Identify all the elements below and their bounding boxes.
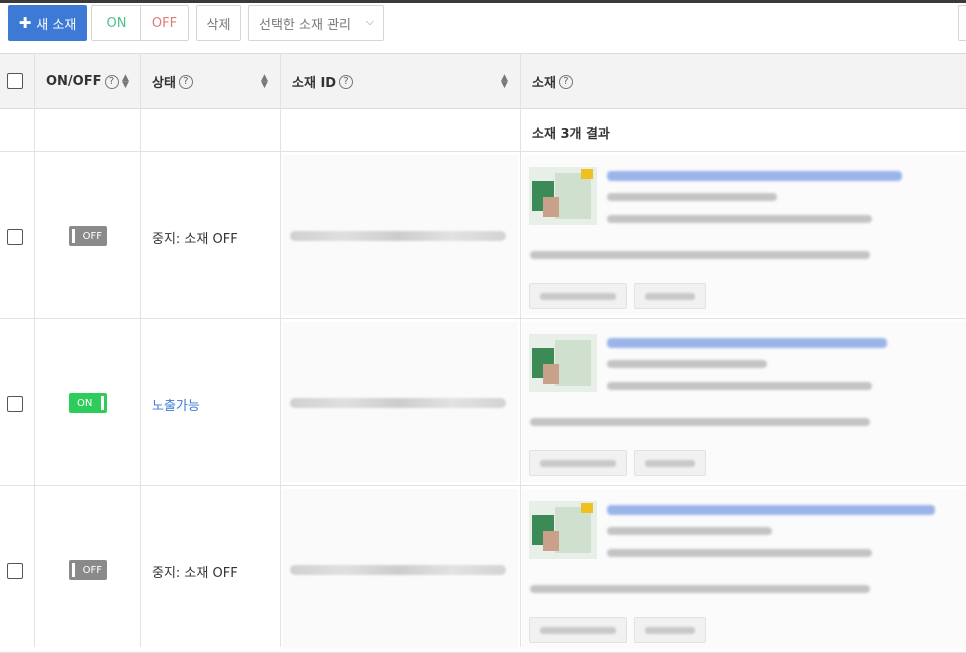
creative-table: ON/OFF ? ▲ ▼ 상태 ? ▲ ▼ 소재 ID ? ▲ ▼ 소재 ? 소재 3… [0, 53, 966, 653]
bulk-off-button[interactable]: OFF [140, 5, 189, 41]
onoff-toggle[interactable]: OFF [69, 226, 107, 246]
creative-action-button[interactable] [634, 283, 706, 309]
result-count: 소재 3개 결과 [532, 127, 610, 142]
creative-desc-line [607, 382, 872, 390]
table-row: ON 노출가능 [0, 319, 966, 486]
row-checkbox[interactable] [7, 563, 23, 579]
header-onoff-label: ON/OFF [46, 74, 102, 89]
creative-action-button[interactable] [529, 283, 627, 309]
creative-desc-line [607, 549, 872, 557]
question-circle-icon[interactable]: ? [339, 74, 354, 89]
table-row: OFF 중지: 소재 OFF [0, 152, 966, 319]
sort-icon[interactable]: ▲ ▼ [261, 74, 268, 90]
header-creative: 소재 ? [532, 54, 573, 109]
table-header: ON/OFF ? ▲ ▼ 상태 ? ▲ ▼ 소재 ID ? ▲ ▼ 소재 ? [0, 53, 966, 109]
creative-meta-line [530, 418, 870, 426]
header-status-label: 상태 [152, 76, 176, 91]
status-text: 중지: 소재 OFF [152, 566, 238, 581]
header-creative-id[interactable]: 소재 ID ? [292, 54, 354, 109]
creative-thumbnail [529, 501, 597, 559]
column-divider [520, 53, 521, 647]
creative-id-blurred [290, 398, 506, 408]
creative-desc-line [607, 193, 777, 201]
header-creative-id-label: 소재 ID [292, 76, 337, 91]
status-text: 중지: 소재 OFF [152, 232, 238, 247]
creative-action-button[interactable] [529, 450, 627, 476]
creative-title-link[interactable] [607, 171, 902, 181]
manage-selected-dropdown[interactable]: 선택한 소재 관리 ⌵ [248, 5, 384, 41]
column-divider [34, 53, 35, 647]
creative-desc-line [607, 527, 772, 535]
table-row: OFF 중지: 소재 OFF [0, 486, 966, 653]
select-all-checkbox[interactable] [7, 73, 23, 89]
manage-selected-label: 선택한 소재 관리 [259, 17, 351, 33]
row-checkbox[interactable] [7, 396, 23, 412]
creative-thumbnail [529, 167, 597, 225]
creative-thumbnail [529, 334, 597, 392]
toolbar-right-button[interactable] [958, 5, 966, 41]
toolbar: ✚ 새 소재 ON OFF 삭제 선택한 소재 관리 ⌵ [0, 3, 966, 53]
creative-title-link[interactable] [607, 338, 887, 348]
status-text: 노출가능 [152, 399, 200, 414]
row-checkbox[interactable] [7, 229, 23, 245]
question-circle-icon[interactable]: ? [178, 74, 193, 89]
sort-icon[interactable]: ▲ ▼ [122, 74, 129, 90]
creative-title-link[interactable] [607, 505, 935, 515]
question-circle-icon[interactable]: ? [104, 74, 119, 89]
creative-preview [522, 155, 966, 315]
creative-id-blurred [290, 565, 506, 575]
column-divider [140, 53, 141, 647]
creative-desc-line [607, 360, 767, 368]
header-onoff[interactable]: ON/OFF ? [46, 54, 119, 109]
creative-action-button[interactable] [634, 617, 706, 643]
question-circle-icon[interactable]: ? [558, 74, 573, 89]
creative-preview [522, 489, 966, 649]
chevron-down-icon: ⌵ [365, 15, 374, 28]
header-status[interactable]: 상태 ? [152, 54, 193, 109]
creative-action-button[interactable] [634, 450, 706, 476]
creative-meta-line [530, 251, 870, 259]
bulk-on-button[interactable]: ON [91, 5, 141, 41]
plus-icon: ✚ [18, 14, 32, 32]
new-creative-label: 새 소재 [36, 17, 77, 33]
creative-desc-line [607, 215, 872, 223]
creative-meta-line [530, 585, 870, 593]
summary-row [0, 109, 966, 152]
header-creative-label: 소재 [532, 76, 556, 91]
new-creative-button[interactable]: ✚ 새 소재 [8, 5, 87, 41]
creative-action-button[interactable] [529, 617, 627, 643]
sort-icon[interactable]: ▲ ▼ [501, 74, 508, 90]
creative-id-blurred [290, 231, 506, 241]
creative-preview [522, 322, 966, 482]
delete-button[interactable]: 삭제 [196, 5, 241, 41]
onoff-toggle[interactable]: ON [69, 393, 107, 413]
onoff-toggle[interactable]: OFF [69, 560, 107, 580]
column-divider [280, 53, 281, 647]
